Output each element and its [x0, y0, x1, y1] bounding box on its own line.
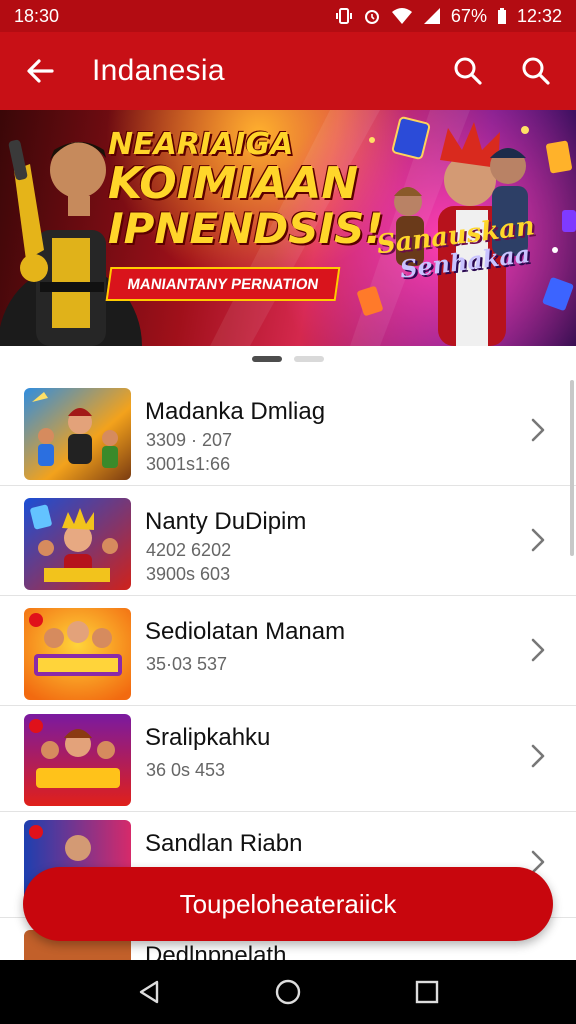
- promo-banner[interactable]: NEARIAIGA KOIMIAAN IPNENDSIS! MANIANTANY…: [0, 110, 576, 346]
- page-title: Indanesia: [92, 54, 225, 87]
- nav-home-icon[interactable]: [274, 978, 302, 1006]
- game-stat: 3309 · 207: [146, 430, 233, 450]
- vibrate-icon: [335, 7, 353, 25]
- status-clock: 12:32: [516, 5, 562, 26]
- banner-headline-line3: IPNENDSIS!: [108, 204, 384, 253]
- alarm-icon: [363, 7, 381, 25]
- game-thumbnail: [24, 388, 131, 480]
- list-item[interactable]: Sediolatan Manam 35·03 537: [0, 598, 576, 706]
- search-icon: [454, 57, 482, 85]
- back-arrow-icon: [27, 59, 54, 83]
- banner-subtitle: MANIANTANY PERNATION: [105, 267, 341, 301]
- game-stat: 3001s1:66: [146, 454, 231, 474]
- nav-recents-icon[interactable]: [413, 978, 441, 1006]
- screen: 18:30 67% 12:32 Indanesia NEARIAIGA KOIM…: [0, 0, 576, 1024]
- game-stat: 4202 6202: [146, 540, 232, 560]
- list-item[interactable]: Sralipkahku 36 0s 453: [0, 704, 576, 812]
- list-item[interactable]: Nanty DuDipim 4202 6202 3900s 603: [0, 488, 576, 596]
- game-stat: 3900s 603: [146, 564, 231, 584]
- battery-level: 67%: [450, 5, 487, 26]
- status-bar: 18:30 67% 12:32: [0, 0, 576, 32]
- game-title: Madanka Dmliag: [145, 398, 326, 425]
- status-icons: 67% 12:32: [335, 6, 562, 27]
- app-actions: [444, 47, 560, 95]
- chevron-right-icon: [531, 528, 545, 552]
- search-icon: [522, 57, 550, 85]
- banner-headline: NEARIAIGA KOIMIAAN IPNENDSIS!: [108, 127, 384, 253]
- game-thumbnail: [24, 714, 131, 806]
- scrollbar[interactable]: [570, 380, 574, 556]
- system-nav-bar: [0, 960, 576, 1024]
- search-button-secondary[interactable]: [512, 47, 560, 95]
- battery-icon: [497, 7, 507, 25]
- game-thumbnail: [24, 608, 131, 700]
- pager-dot[interactable]: [294, 356, 324, 362]
- pager-dot-active[interactable]: [252, 356, 282, 362]
- game-stat: 36 0s 453: [146, 760, 226, 780]
- banner-headline-line1: NEARIAIGA: [108, 127, 294, 162]
- wifi-icon: [391, 7, 413, 25]
- chevron-right-icon: [531, 744, 545, 768]
- game-stat: 35·03 537: [146, 654, 228, 674]
- game-title: Sralipkahku: [145, 724, 271, 751]
- banner-pager: [0, 356, 576, 362]
- banner-headline-line2: KOIMIAAN: [108, 158, 359, 209]
- search-button[interactable]: [444, 47, 492, 95]
- signal-icon: [423, 7, 441, 25]
- back-button[interactable]: [16, 47, 64, 95]
- status-time: 18:30: [14, 5, 60, 26]
- chevron-right-icon: [531, 638, 545, 662]
- game-title: Sandlan Riabn: [145, 830, 303, 857]
- primary-action-button[interactable]: Toupeloheateraiick: [23, 867, 553, 941]
- chevron-right-icon: [531, 418, 545, 442]
- game-thumbnail: [24, 498, 131, 590]
- list-item[interactable]: Madanka Dmliag 3309 · 207 3001s1:66: [0, 378, 576, 486]
- game-title: Sediolatan Manam: [145, 618, 346, 645]
- nav-back-icon[interactable]: [135, 978, 163, 1006]
- app-bar: Indanesia: [0, 32, 576, 110]
- game-title: Nanty DuDipim: [145, 508, 307, 535]
